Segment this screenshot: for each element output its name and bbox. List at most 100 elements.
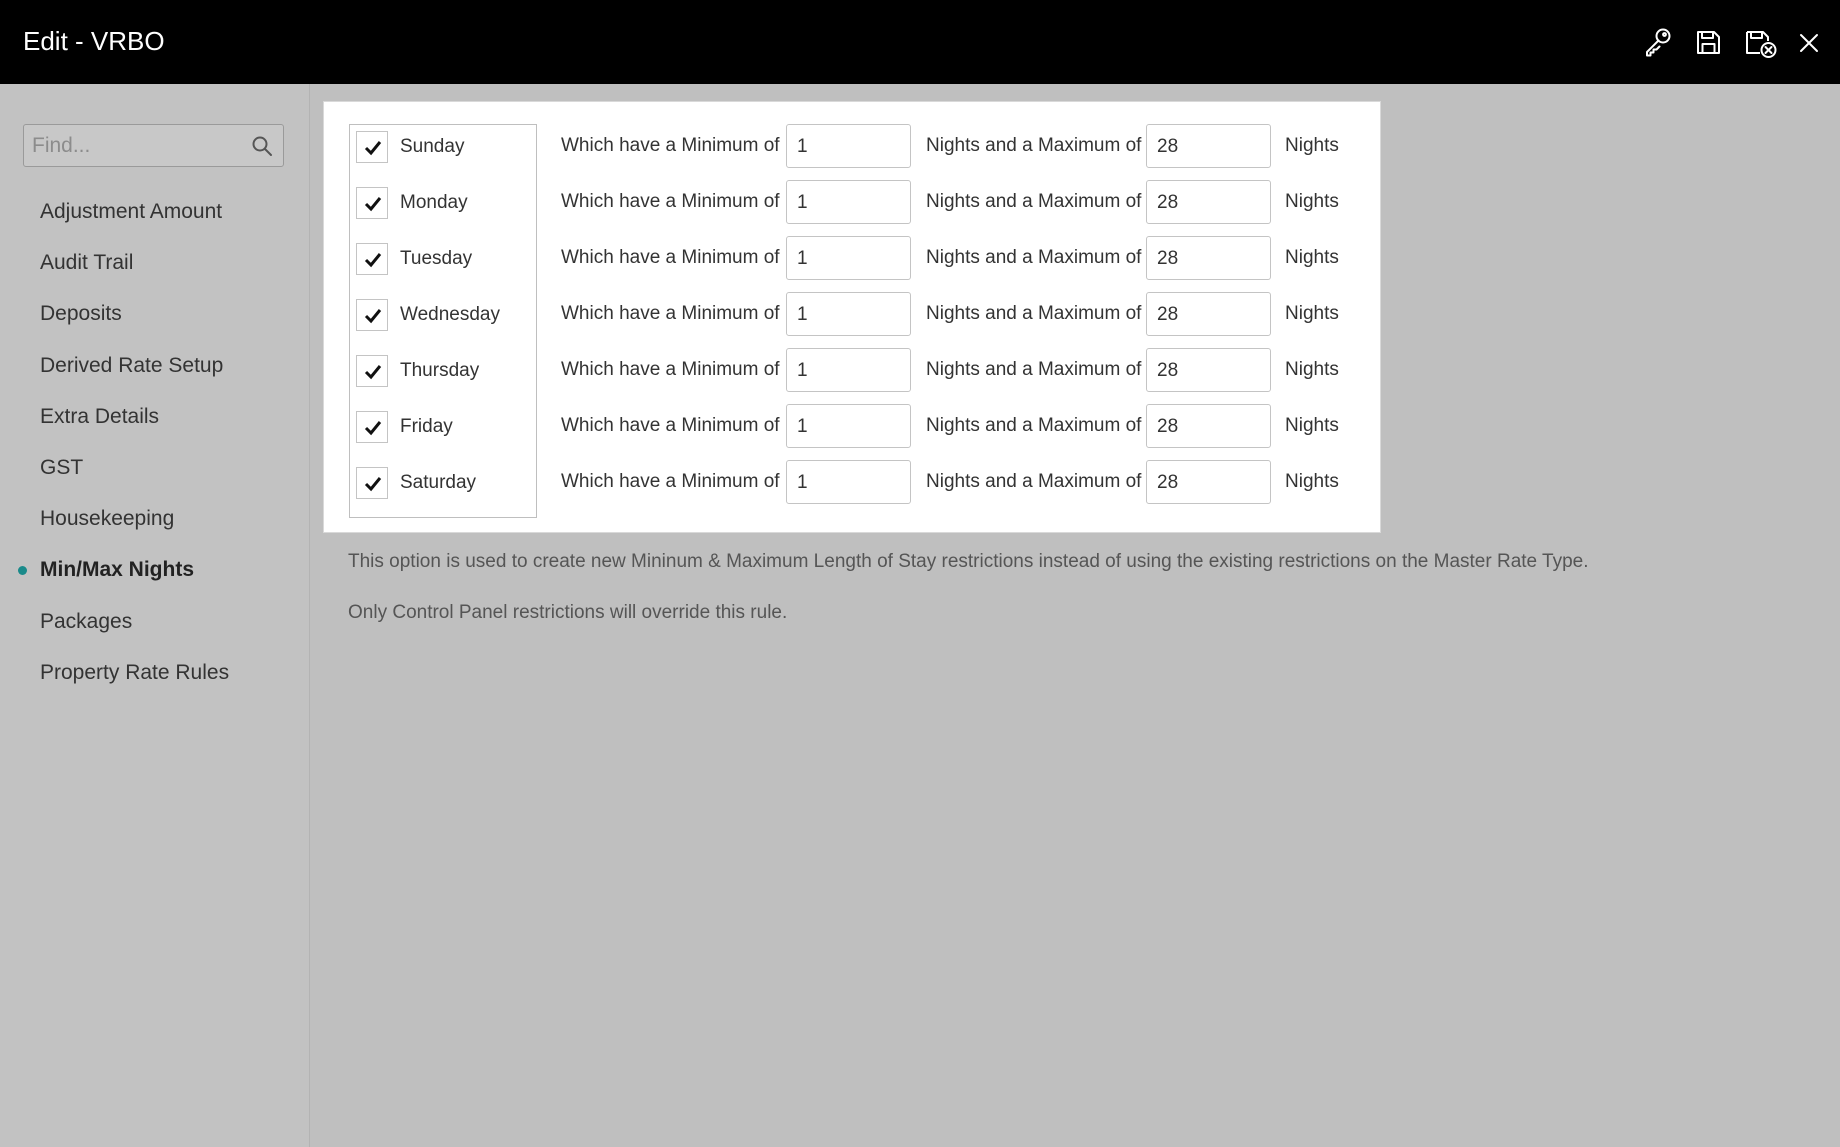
search-input[interactable] bbox=[24, 125, 244, 166]
sidebar-item-audit-trail[interactable]: Audit Trail bbox=[0, 237, 310, 288]
help-text-override: Only Control Panel restrictions will ove… bbox=[348, 602, 788, 623]
day-label: Monday bbox=[400, 192, 468, 213]
key-icon[interactable] bbox=[1642, 24, 1674, 60]
day-label: Sunday bbox=[400, 136, 465, 157]
sidebar-item-label: Extra Details bbox=[40, 404, 160, 428]
sidebar-item-label: Audit Trail bbox=[40, 251, 134, 275]
sidebar-item-min-max-nights[interactable]: Min/Max Nights bbox=[0, 544, 310, 595]
sidebar-item-derived-rate-setup[interactable]: Derived Rate Setup bbox=[0, 340, 310, 391]
sidebar: Adjustment Amount Audit Trail Deposits D… bbox=[0, 84, 310, 1147]
day-checkbox-friday[interactable]: Friday bbox=[356, 409, 532, 445]
help-text-description: This option is used to create new Mininu… bbox=[348, 551, 1589, 572]
sidebar-item-housekeeping[interactable]: Housekeeping bbox=[0, 493, 310, 544]
day-label: Friday bbox=[400, 416, 453, 437]
sidebar-item-property-rate-rules[interactable]: Property Rate Rules bbox=[0, 647, 310, 698]
nights-label: Nights bbox=[1285, 415, 1339, 436]
sidebar-item-deposits[interactable]: Deposits bbox=[0, 288, 310, 339]
sidebar-item-packages[interactable]: Packages bbox=[0, 596, 310, 647]
min-max-nights-panel: Sunday Monday Tuesday Wednesday Thursday… bbox=[323, 101, 1381, 533]
rule-row-friday: Which have a Minimum of Nights and a Max… bbox=[561, 404, 1361, 448]
checkbox[interactable] bbox=[356, 411, 388, 443]
max-nights-input[interactable] bbox=[1146, 180, 1271, 224]
sidebar-item-adjustment-amount[interactable]: Adjustment Amount bbox=[0, 186, 310, 237]
sidebar-item-gst[interactable]: GST bbox=[0, 442, 310, 493]
nights-label: Nights bbox=[1285, 191, 1339, 212]
checkbox[interactable] bbox=[356, 131, 388, 163]
title-bar: Edit - VRBO bbox=[0, 0, 1840, 84]
min-nights-input[interactable] bbox=[786, 460, 911, 504]
rule-row-thursday: Which have a Minimum of Nights and a Max… bbox=[561, 348, 1361, 392]
save-icon[interactable] bbox=[1692, 24, 1724, 60]
rule-row-sunday: Which have a Minimum of Nights and a Max… bbox=[561, 124, 1361, 168]
day-checkbox-thursday[interactable]: Thursday bbox=[356, 353, 532, 389]
title-actions bbox=[1642, 24, 1822, 60]
min-nights-input[interactable] bbox=[786, 404, 911, 448]
max-label: Nights and a Maximum of bbox=[926, 415, 1142, 436]
sidebar-menu: Adjustment Amount Audit Trail Deposits D… bbox=[0, 186, 310, 698]
save-close-icon[interactable] bbox=[1742, 24, 1778, 60]
rule-row-saturday: Which have a Minimum of Nights and a Max… bbox=[561, 460, 1361, 504]
day-label: Thursday bbox=[400, 360, 480, 381]
checkbox[interactable] bbox=[356, 243, 388, 275]
max-nights-input[interactable] bbox=[1146, 348, 1271, 392]
min-nights-input[interactable] bbox=[786, 348, 911, 392]
day-checkbox-wednesday[interactable]: Wednesday bbox=[356, 297, 532, 333]
sidebar-item-extra-details[interactable]: Extra Details bbox=[0, 391, 310, 442]
close-icon[interactable] bbox=[1796, 24, 1822, 60]
sidebar-item-label: Adjustment Amount bbox=[40, 200, 223, 223]
checkbox[interactable] bbox=[356, 299, 388, 331]
min-label: Which have a Minimum of bbox=[561, 247, 780, 268]
sidebar-item-label: Min/Max Nights bbox=[40, 558, 195, 582]
rule-row-monday: Which have a Minimum of Nights and a Max… bbox=[561, 180, 1361, 224]
nights-label: Nights bbox=[1285, 471, 1339, 492]
max-nights-input[interactable] bbox=[1146, 404, 1271, 448]
search-icon[interactable] bbox=[251, 135, 273, 157]
max-label: Nights and a Maximum of bbox=[926, 247, 1142, 268]
day-checkbox-monday[interactable]: Monday bbox=[356, 185, 532, 221]
max-label: Nights and a Maximum of bbox=[926, 303, 1142, 324]
min-label: Which have a Minimum of bbox=[561, 191, 780, 212]
min-label: Which have a Minimum of bbox=[561, 415, 780, 436]
nights-label: Nights bbox=[1285, 303, 1339, 324]
max-nights-input[interactable] bbox=[1146, 236, 1271, 280]
nights-label: Nights bbox=[1285, 247, 1339, 268]
day-label: Wednesday bbox=[400, 304, 500, 325]
day-checkbox-sunday[interactable]: Sunday bbox=[356, 129, 532, 165]
min-nights-input[interactable] bbox=[786, 236, 911, 280]
sidebar-item-label: Property Rate Rules bbox=[40, 660, 230, 684]
rule-row-wednesday: Which have a Minimum of Nights and a Max… bbox=[561, 292, 1361, 336]
days-list: Sunday Monday Tuesday Wednesday Thursday… bbox=[349, 124, 537, 518]
max-label: Nights and a Maximum of bbox=[926, 135, 1142, 156]
nights-label: Nights bbox=[1285, 135, 1339, 156]
day-checkbox-saturday[interactable]: Saturday bbox=[356, 465, 532, 501]
max-nights-input[interactable] bbox=[1146, 292, 1271, 336]
min-nights-input[interactable] bbox=[786, 180, 911, 224]
check-icon bbox=[364, 477, 382, 492]
day-label: Tuesday bbox=[400, 248, 473, 269]
sidebar-item-label: Packages bbox=[40, 609, 133, 633]
nights-label: Nights bbox=[1285, 359, 1339, 380]
max-nights-input[interactable] bbox=[1146, 124, 1271, 168]
day-label: Saturday bbox=[400, 472, 477, 493]
max-nights-input[interactable] bbox=[1146, 460, 1271, 504]
day-checkbox-tuesday[interactable]: Tuesday bbox=[356, 241, 532, 277]
check-icon bbox=[364, 141, 382, 156]
window-title: Edit - VRBO bbox=[23, 26, 165, 56]
max-label: Nights and a Maximum of bbox=[926, 471, 1142, 492]
min-nights-input[interactable] bbox=[786, 292, 911, 336]
check-icon bbox=[364, 421, 382, 436]
checkbox[interactable] bbox=[356, 187, 388, 219]
min-label: Which have a Minimum of bbox=[561, 303, 780, 324]
search-box bbox=[23, 124, 284, 167]
min-label: Which have a Minimum of bbox=[561, 471, 780, 492]
checkbox[interactable] bbox=[356, 467, 388, 499]
sidebar-item-label: GST bbox=[40, 455, 84, 479]
check-icon bbox=[364, 365, 382, 380]
sidebar-item-label: Housekeeping bbox=[40, 507, 175, 531]
active-indicator bbox=[18, 566, 27, 576]
checkbox[interactable] bbox=[356, 355, 388, 387]
min-nights-input[interactable] bbox=[786, 124, 911, 168]
sidebar-item-label: Derived Rate Setup bbox=[40, 353, 224, 377]
max-label: Nights and a Maximum of bbox=[926, 191, 1142, 212]
check-icon bbox=[364, 197, 382, 212]
